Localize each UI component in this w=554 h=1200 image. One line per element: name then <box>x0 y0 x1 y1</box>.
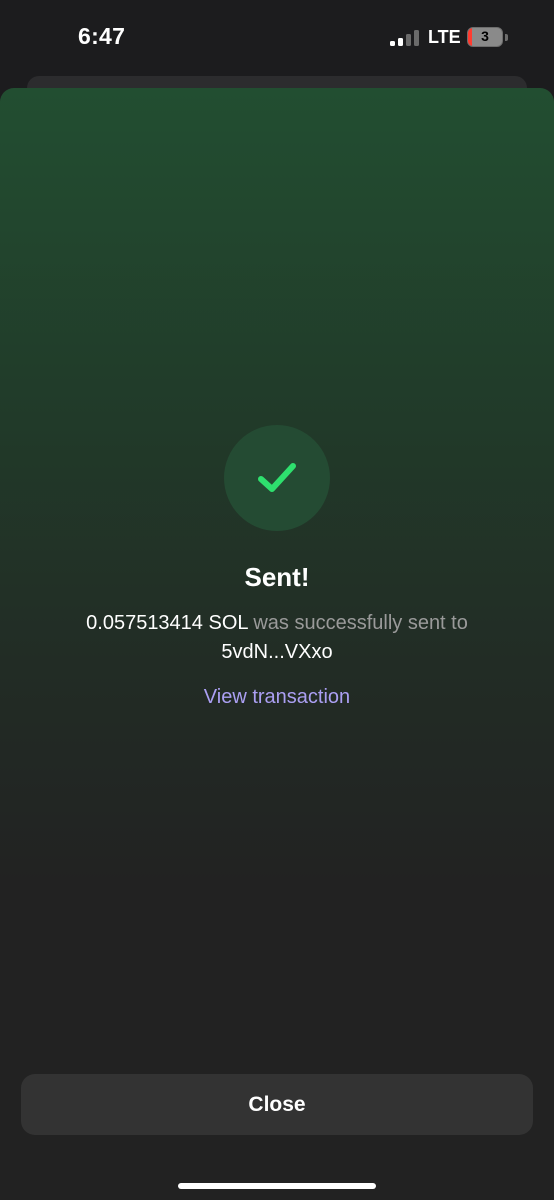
success-title: Sent! <box>244 562 310 592</box>
home-indicator[interactable] <box>178 1183 376 1189</box>
checkmark-icon <box>258 463 296 492</box>
close-button[interactable]: Close <box>21 1074 533 1135</box>
battery-level: 3 <box>481 28 489 44</box>
battery-tip <box>505 34 508 41</box>
sent-amount: 0.057513414 SOL <box>86 612 248 634</box>
message-text: was successfully sent to <box>247 612 468 634</box>
status-bar: 6:47 LTE 3 <box>0 0 554 76</box>
battery-icon: 3 <box>467 27 503 47</box>
status-time: 6:47 <box>78 23 126 49</box>
success-message: 0.057513414 SOL was successfully sent to… <box>30 609 524 667</box>
signal-icon <box>390 30 420 46</box>
view-transaction-link[interactable]: View transaction <box>0 686 554 709</box>
network-type: LTE <box>428 27 461 47</box>
success-badge <box>224 425 330 531</box>
recipient-address: 5vdN...VXxo <box>221 641 333 663</box>
